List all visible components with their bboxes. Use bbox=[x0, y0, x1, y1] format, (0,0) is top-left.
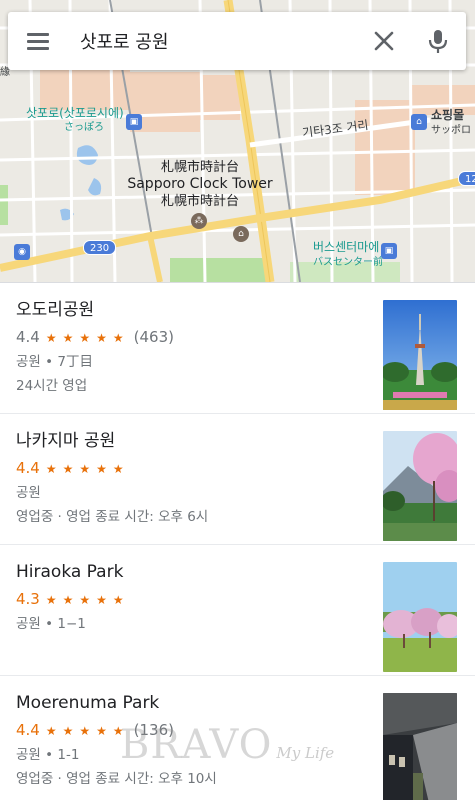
result-item[interactable]: Hiraoka Park 4.3 ★★★★★ 공원 • 1−1 bbox=[0, 545, 475, 676]
star-rating-icon: ★★★★★ bbox=[45, 593, 130, 607]
landmark-icon[interactable]: ⁂ bbox=[191, 213, 207, 229]
map-label-clock-tower[interactable]: 札幌市時計台 Sapporo Clock Tower 札幌市時計台 bbox=[125, 159, 275, 210]
clock-tower-en: Sapporo Clock Tower bbox=[127, 176, 273, 192]
map-label-shopping[interactable]: 쇼핑몰 bbox=[431, 108, 464, 122]
rating-row: 4.4 ★★★★★ (136) bbox=[16, 721, 174, 739]
rating-row: 4.3 ★★★★★ bbox=[16, 590, 134, 608]
result-category: 공원 • 1-1 bbox=[16, 747, 80, 763]
plum-grove-photo[interactable] bbox=[383, 562, 457, 672]
clock-tower-jp2: 札幌市時計台 bbox=[160, 194, 239, 209]
close-icon[interactable] bbox=[368, 25, 400, 57]
shopping-icon[interactable]: ⌂ bbox=[411, 114, 427, 130]
map-block bbox=[355, 100, 415, 195]
tv-tower-park-photo[interactable] bbox=[383, 300, 457, 410]
station-icon[interactable]: ▣ bbox=[126, 114, 142, 130]
rating-value: 4.4 bbox=[16, 721, 40, 739]
result-name: Moerenuma Park bbox=[16, 693, 160, 713]
rating-value: 4.4 bbox=[16, 328, 40, 346]
rating-value: 4.3 bbox=[16, 590, 40, 608]
map-label-bus-center-jp: バスセンター前 bbox=[313, 257, 383, 268]
result-category: 공원 • 1−1 bbox=[16, 616, 86, 632]
result-hours: 영업중 · 영업 종료 시간: 오후 10시 bbox=[16, 771, 217, 787]
result-name: Hiraoka Park bbox=[16, 562, 124, 582]
bus-stop-icon[interactable]: ▣ bbox=[381, 243, 397, 259]
map-label-station[interactable]: 삿포로(삿포로시에) bbox=[26, 106, 124, 120]
transit-icon[interactable]: ◉ bbox=[14, 244, 30, 260]
results-list[interactable]: 오도리공원 4.4 ★★★★★ (463) 공원 • 7丁目 24시간 영업 나카지… bbox=[0, 282, 475, 800]
review-count: (136) bbox=[133, 721, 174, 739]
clock-tower-jp: 札幌市時計台 bbox=[160, 160, 239, 175]
route-230-badge: 230 bbox=[83, 240, 117, 255]
star-rating-icon: ★★★★★ bbox=[45, 331, 130, 345]
hamburger-menu-icon[interactable] bbox=[22, 25, 54, 57]
result-category: 공원 bbox=[16, 485, 41, 501]
route-12-badge: 12 bbox=[458, 171, 475, 186]
search-input[interactable] bbox=[80, 26, 360, 56]
result-hours: 영업중 · 영업 종료 시간: 오후 6시 bbox=[16, 509, 209, 525]
water-area bbox=[76, 145, 98, 165]
result-category: 공원 • 7丁目 bbox=[16, 354, 93, 370]
shrine-icon[interactable]: ⌂ bbox=[233, 226, 249, 242]
rating-row: 4.4 ★★★★★ bbox=[16, 459, 134, 477]
rating-value: 4.4 bbox=[16, 459, 40, 477]
park-area bbox=[0, 185, 8, 225]
map-label-station-jp: さっぽろ bbox=[64, 122, 104, 133]
microphone-icon[interactable] bbox=[422, 25, 454, 57]
result-item[interactable]: Moerenuma Park 4.4 ★★★★★ (136) 공원 • 1-1 영업… bbox=[0, 676, 475, 800]
concrete-walkway-photo[interactable] bbox=[383, 693, 457, 800]
result-hours: 24시간 영업 bbox=[16, 378, 88, 394]
map-block bbox=[40, 70, 130, 110]
review-count: (463) bbox=[133, 328, 174, 346]
rating-row: 4.4 ★★★★★ (463) bbox=[16, 328, 174, 346]
result-name: 나카지마 공원 bbox=[16, 431, 116, 451]
search-bar bbox=[8, 12, 466, 70]
result-name: 오도리공원 bbox=[16, 300, 95, 320]
result-item[interactable]: 나카지마 공원 4.4 ★★★★★ 공원 영업중 · 영업 종료 시간: 오후 6… bbox=[0, 414, 475, 545]
water-area bbox=[88, 178, 102, 196]
cherry-blossom-photo[interactable] bbox=[383, 431, 457, 541]
map-label-shopping-jp: サッポロ bbox=[431, 125, 471, 136]
star-rating-icon: ★★★★★ bbox=[45, 462, 130, 476]
star-rating-icon: ★★★★★ bbox=[45, 724, 130, 738]
result-item[interactable]: 오도리공원 4.4 ★★★★★ (463) 공원 • 7丁目 24시간 영업 bbox=[0, 283, 475, 414]
park-area bbox=[170, 258, 270, 282]
map-label-bus-center[interactable]: 버스센터마에 bbox=[313, 240, 379, 254]
